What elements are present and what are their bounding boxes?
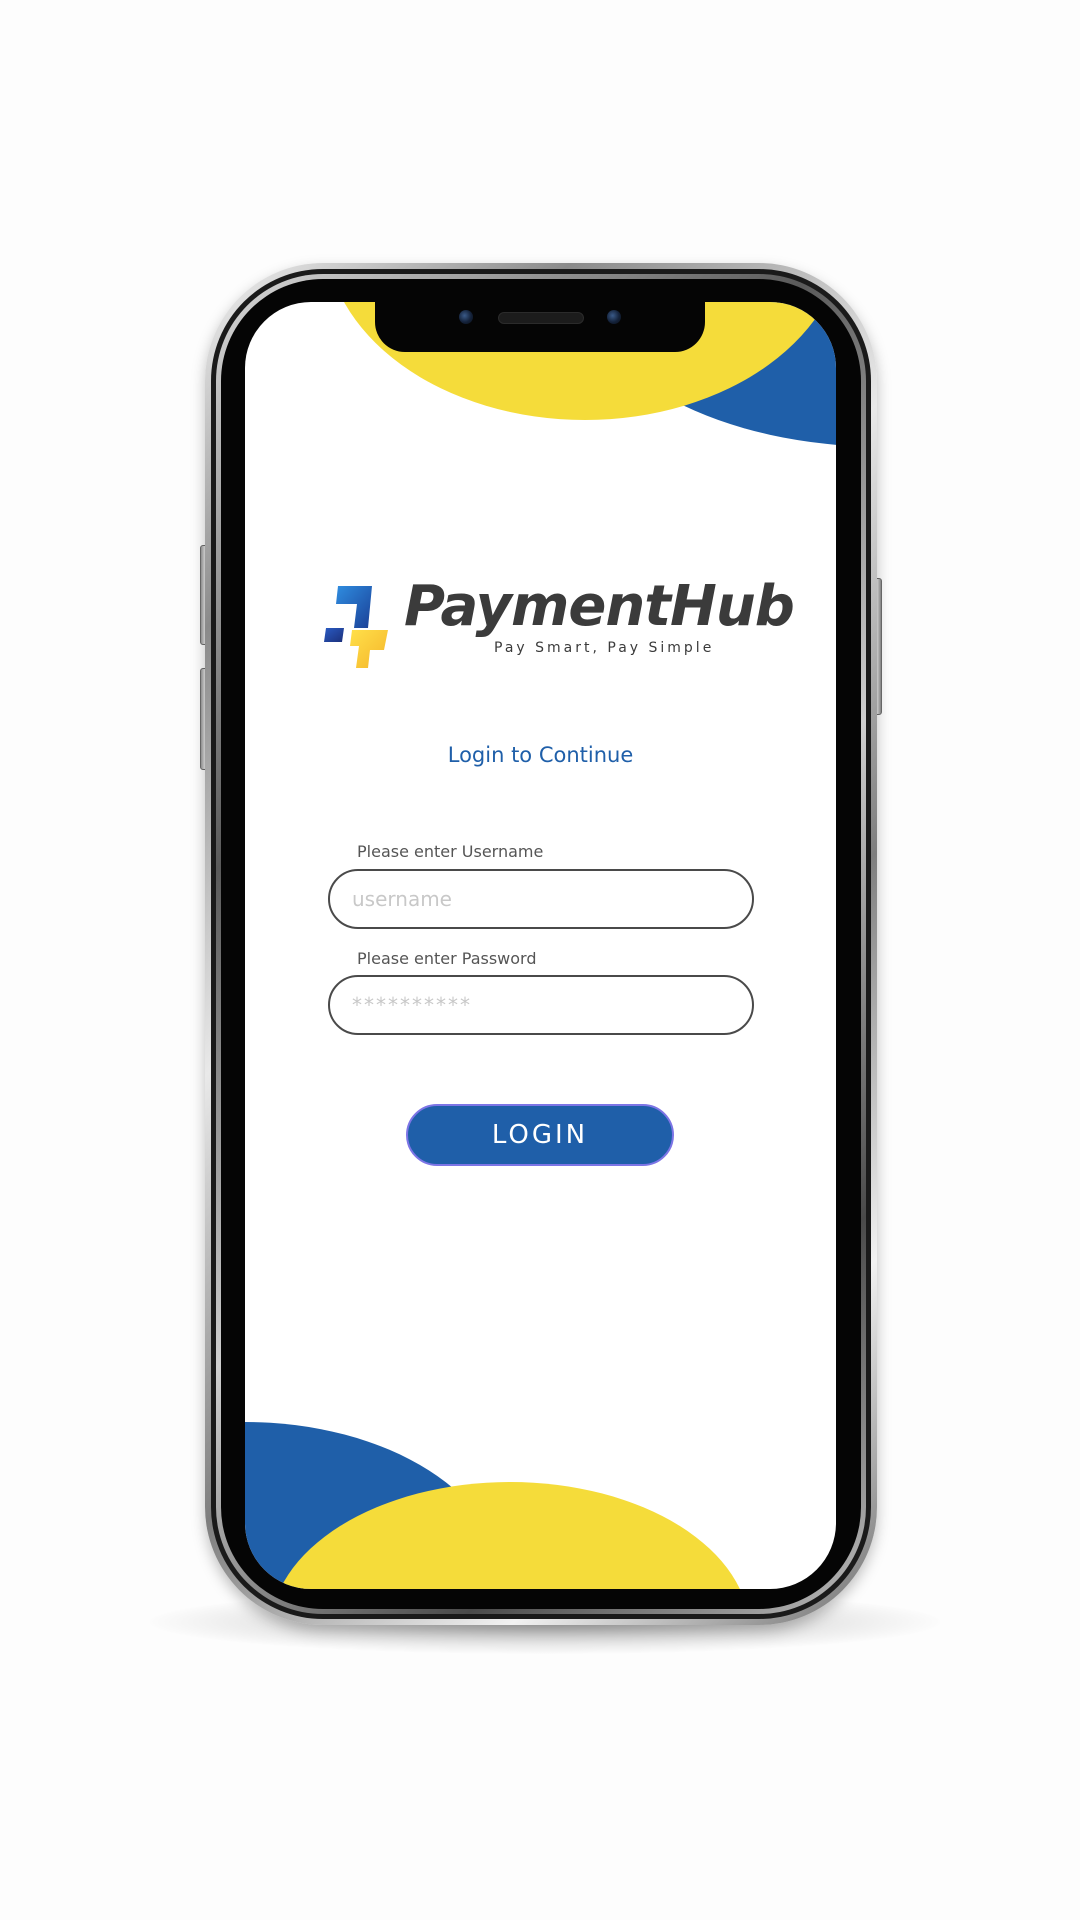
login-heading: Login to Continue [447, 743, 634, 767]
phone-notch [375, 296, 705, 352]
camera-icon [459, 310, 473, 324]
username-label: Please enter Username [357, 842, 544, 861]
brand-logo: PaymentHub Pay Smart, Pay Simple [322, 574, 795, 672]
brand-tagline: Pay Smart, Pay Simple [494, 640, 715, 656]
mockup-stage: PaymentHub Pay Smart, Pay Simple Login t… [0, 0, 1080, 1920]
login-button[interactable]: LOGIN [406, 1104, 674, 1166]
login-screen [245, 302, 836, 1589]
password-label: Please enter Password [357, 949, 537, 968]
brand-name: PaymentHub [404, 574, 795, 639]
password-input[interactable] [328, 975, 754, 1035]
username-input[interactable] [328, 869, 754, 929]
paymenthub-logo-mark-icon [324, 586, 388, 668]
speaker-icon [498, 312, 584, 324]
sensor-icon [607, 310, 621, 324]
